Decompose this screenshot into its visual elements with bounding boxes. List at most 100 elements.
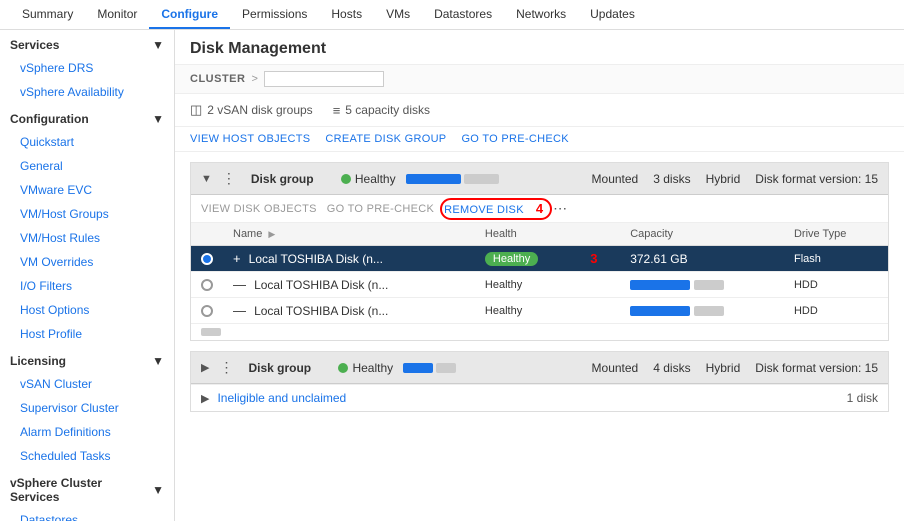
sidebar-section-services[interactable]: Services ▼ <box>0 30 174 56</box>
inelig-chevron-icon: ▶ <box>201 392 209 405</box>
dg2-bar-free <box>436 363 456 373</box>
dg1-status-dot <box>341 174 351 184</box>
tab-permissions[interactable]: Permissions <box>230 0 319 29</box>
dg1-format: Disk format version: 15 <box>755 172 878 186</box>
create-disk-group-link[interactable]: CREATE DISK GROUP <box>325 133 446 145</box>
row2-name: — Local TOSHIBA Disk (n... <box>223 272 475 298</box>
sidebar-item-host-profile[interactable]: Host Profile <box>0 322 174 346</box>
sidebar-item-host-options[interactable]: Host Options <box>0 298 174 322</box>
row1-health: Healthy <box>475 246 580 272</box>
sidebar-item-scheduled-tasks[interactable]: Scheduled Tasks <box>0 444 174 468</box>
sidebar-item-vmhost-rules[interactable]: VM/Host Rules <box>0 226 174 250</box>
disk-groups-info: ◫ 2 vSAN disk groups <box>190 102 313 118</box>
row1-spacer: 3 <box>580 246 620 272</box>
sidebar-item-vsphere-availability[interactable]: vSphere Availability <box>0 80 174 104</box>
row1-drive-type: Flash <box>784 246 888 272</box>
dg2-label: Disk group <box>248 361 328 375</box>
ineligible-count: 1 disk <box>847 391 878 405</box>
view-disk-objects-link[interactable]: VIEW DISK OBJECTS <box>201 203 317 215</box>
disk-group-2: ▶ ⋮ Disk group Healthy Mounted 4 disks H… <box>190 351 889 412</box>
col-select <box>191 223 223 246</box>
dg1-status: Healthy <box>341 172 396 186</box>
breadcrumb-cluster-label: CLUSTER <box>190 73 245 85</box>
sidebar-item-alarm-definitions[interactable]: Alarm Definitions <box>0 420 174 444</box>
tab-networks[interactable]: Networks <box>504 0 578 29</box>
row3-name: — Local TOSHIBA Disk (n... <box>223 298 475 324</box>
dg2-chevron-icon[interactable]: ▶ <box>201 361 209 374</box>
row2-health-badge: Healthy <box>485 279 522 291</box>
capacity-disks-count: 5 capacity disks <box>345 103 430 117</box>
sidebar-item-vmware-evc[interactable]: VMware EVC <box>0 178 174 202</box>
dg2-status: Healthy <box>338 361 393 375</box>
row3-spacer <box>580 298 620 324</box>
scroll-indicator-row <box>191 324 888 340</box>
sidebar-section-configuration[interactable]: Configuration ▼ <box>0 104 174 130</box>
tab-datastores[interactable]: Datastores <box>422 0 504 29</box>
dg1-chevron-icon[interactable]: ▼ <box>201 173 212 185</box>
ineligible-row[interactable]: ▶ Ineligible and unclaimed 1 disk <box>191 384 888 411</box>
more-options-icon[interactable]: ⋯ <box>553 200 567 217</box>
dg1-mounted: Mounted <box>592 172 639 186</box>
dg2-mounted: Mounted <box>592 361 639 375</box>
dg2-bar-used <box>403 363 433 373</box>
dg2-disks: 4 disks <box>653 361 690 375</box>
dg2-type: Hybrid <box>706 361 741 375</box>
view-host-objects-link[interactable]: VIEW HOST OBJECTS <box>190 133 310 145</box>
row1-capacity-value: 372.61 GB <box>630 252 687 266</box>
sidebar-item-vm-overrides[interactable]: VM Overrides <box>0 250 174 274</box>
tab-configure[interactable]: Configure <box>149 0 230 29</box>
row2-spacer <box>580 272 620 298</box>
annotation-4: 4 <box>536 201 543 216</box>
horizontal-scrollbar[interactable] <box>201 328 221 336</box>
sidebar-item-vsphere-drs[interactable]: vSphere DRS <box>0 56 174 80</box>
table-row[interactable]: — Local TOSHIBA Disk (n... Healthy <box>191 298 888 324</box>
disk-groups-count: 2 vSAN disk groups <box>207 103 312 117</box>
sidebar-item-quickstart[interactable]: Quickstart <box>0 130 174 154</box>
row3-name-text: Local TOSHIBA Disk (n... <box>254 304 388 318</box>
radio-unselected-icon2 <box>201 305 213 317</box>
go-to-pre-check-link[interactable]: GO TO PRE-CHECK <box>461 133 568 145</box>
sort-icon: ▶ <box>268 229 275 239</box>
dg1-disks: 3 disks <box>653 172 690 186</box>
tab-hosts[interactable]: Hosts <box>319 0 374 29</box>
dg2-status-dot <box>338 363 348 373</box>
sidebar-item-vmhost-groups[interactable]: VM/Host Groups <box>0 202 174 226</box>
chevron-down-icon: ▼ <box>152 38 164 52</box>
go-to-pre-check-link2[interactable]: GO TO PRE-CHECK <box>327 203 434 215</box>
sidebar-section-vsphere-cluster-services[interactable]: vSphere Cluster Services ▼ <box>0 468 174 508</box>
dg2-drag-handle-icon: ⋮ <box>219 359 233 376</box>
sidebar-item-supervisor-cluster[interactable]: Supervisor Cluster <box>0 396 174 420</box>
disk-group-2-header: ▶ ⋮ Disk group Healthy Mounted 4 disks H… <box>191 352 888 384</box>
col-capacity: Capacity <box>620 223 784 246</box>
dg1-disk-table: Name ▶ Health Capacity Drive Type <box>191 223 888 324</box>
dg1-sub-action-bar: VIEW DISK OBJECTS GO TO PRE-CHECK REMOVE… <box>191 195 888 223</box>
cluster-dropdown[interactable] <box>264 71 384 87</box>
remove-disk-link[interactable]: REMOVE DISK <box>444 204 524 216</box>
table-row[interactable]: + Local TOSHIBA Disk (n... Healthy 3 372… <box>191 246 888 272</box>
cap-bar-used <box>630 280 690 290</box>
row3-capacity <box>620 298 784 324</box>
row1-health-badge: Healthy <box>485 252 538 266</box>
dg2-status-text: Healthy <box>352 361 393 375</box>
tab-summary[interactable]: Summary <box>10 0 85 29</box>
sidebar-item-datastores[interactable]: Datastores <box>0 508 174 521</box>
tab-monitor[interactable]: Monitor <box>85 0 149 29</box>
sidebar-item-vsan-cluster[interactable]: vSAN Cluster <box>0 372 174 396</box>
dg2-usage-bar <box>403 363 456 373</box>
disk-icon2: — <box>233 303 246 318</box>
sidebar: Services ▼ vSphere DRS vSphere Availabil… <box>0 30 175 521</box>
capacity-disks-icon: ≡ <box>333 103 341 118</box>
sidebar-item-general[interactable]: General <box>0 154 174 178</box>
table-row[interactable]: — Local TOSHIBA Disk (n... Healthy <box>191 272 888 298</box>
sidebar-item-io-filters[interactable]: I/O Filters <box>0 274 174 298</box>
sidebar-section-licensing[interactable]: Licensing ▼ <box>0 346 174 372</box>
tab-vms[interactable]: VMs <box>374 0 422 29</box>
dg1-drag-handle-icon: ⋮ <box>222 170 236 187</box>
row1-name-text: Local TOSHIBA Disk (n... <box>249 252 383 266</box>
col-name: Name ▶ <box>223 223 475 246</box>
tab-updates[interactable]: Updates <box>578 0 647 29</box>
disk-group-1-header: ▼ ⋮ Disk group Healthy Mounted 3 disks H… <box>191 163 888 195</box>
disk-expand-icon: + <box>233 251 241 266</box>
dg1-usage-bar <box>406 174 499 184</box>
info-bar: ◫ 2 vSAN disk groups ≡ 5 capacity disks <box>175 94 904 127</box>
